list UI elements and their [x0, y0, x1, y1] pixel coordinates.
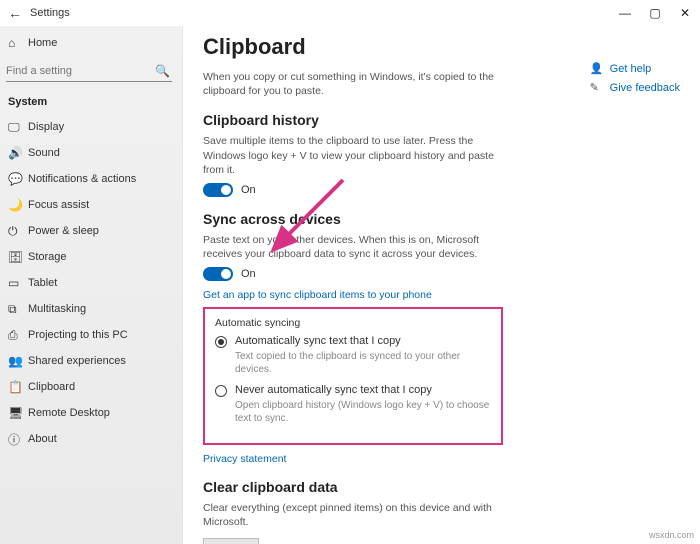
projecting-icon: ⎙ [8, 328, 28, 343]
tablet-icon: ▭ [8, 276, 28, 290]
search-input[interactable]: 🔍 [6, 60, 172, 82]
history-heading: Clipboard history [203, 112, 680, 128]
automatic-syncing-box: Automatic syncing Automatically sync tex… [203, 307, 503, 445]
sidebar-item-label: About [28, 433, 57, 445]
radio-label: Never automatically sync text that I cop… [235, 384, 432, 396]
content-area: 👤Get help ✎Give feedback Clipboard When … [183, 26, 700, 544]
sidebar-item-home[interactable]: ⌂ Home [0, 30, 182, 56]
history-toggle-label: On [241, 184, 256, 196]
sidebar-item-sound[interactable]: 🔊Sound [0, 140, 182, 166]
sidebar-item-label: Tablet [28, 277, 57, 289]
remote-icon: 🖥 [8, 406, 28, 420]
privacy-link[interactable]: Privacy statement [203, 453, 286, 465]
close-button[interactable]: ✕ [670, 0, 700, 26]
sidebar-item-label: Notifications & actions [28, 173, 136, 185]
focus-icon: 🌙 [8, 198, 28, 212]
history-desc: Save multiple items to the clipboard to … [203, 134, 503, 177]
clear-heading: Clear clipboard data [203, 479, 680, 495]
give-feedback-link[interactable]: ✎Give feedback [590, 81, 680, 94]
power-icon: ⏻ [8, 224, 28, 239]
clipboard-icon: 📋 [8, 380, 28, 394]
radio-icon [215, 385, 227, 397]
search-icon: 🔍 [155, 64, 172, 78]
radio-never-sync[interactable]: Never automatically sync text that I cop… [215, 384, 491, 397]
help-icon: 👤 [590, 62, 604, 75]
sidebar-item-label: Shared experiences [28, 355, 126, 367]
sidebar-item-label: Storage [28, 251, 67, 263]
sync-toggle[interactable] [203, 267, 233, 281]
feedback-icon: ✎ [590, 81, 604, 94]
right-links: 👤Get help ✎Give feedback [590, 62, 680, 100]
sidebar-item-label: Multitasking [28, 303, 86, 315]
sidebar-item-display[interactable]: 🖵Display [0, 114, 182, 140]
sidebar-item-about[interactable]: ⓘAbout [0, 426, 182, 452]
maximize-button[interactable]: ▢ [640, 0, 670, 26]
sidebar-item-storage[interactable]: 🗄Storage [0, 244, 182, 270]
notifications-icon: 💬 [8, 172, 28, 186]
radio-icon [215, 336, 227, 348]
sidebar-item-shared[interactable]: 👥Shared experiences [0, 348, 182, 374]
sidebar-item-notifications[interactable]: 💬Notifications & actions [0, 166, 182, 192]
page-title: Clipboard [203, 34, 680, 60]
sidebar-item-label: Focus assist [28, 199, 89, 211]
history-toggle[interactable] [203, 183, 233, 197]
sync-heading: Sync across devices [203, 211, 680, 227]
sidebar-item-multitasking[interactable]: ⧉Multitasking [0, 296, 182, 322]
storage-icon: 🗄 [8, 250, 28, 264]
shared-icon: 👥 [8, 354, 28, 368]
sync-toggle-label: On [241, 268, 256, 280]
sidebar-item-label: Clipboard [28, 381, 75, 393]
radio-label: Automatically sync text that I copy [235, 335, 401, 347]
multitasking-icon: ⧉ [8, 302, 28, 317]
sidebar-item-remote[interactable]: 🖥Remote Desktop [0, 400, 182, 426]
sidebar-item-label: Home [28, 37, 57, 49]
about-icon: ⓘ [8, 431, 28, 448]
window-title: Settings [30, 7, 70, 19]
sidebar-item-projecting[interactable]: ⎙Projecting to this PC [0, 322, 182, 348]
home-icon: ⌂ [8, 36, 28, 50]
window-controls: — ▢ ✕ [610, 0, 700, 26]
sidebar-item-label: Sound [28, 147, 60, 159]
sidebar-item-label: Remote Desktop [28, 407, 110, 419]
sidebar-item-power[interactable]: ⏻Power & sleep [0, 218, 182, 244]
sidebar-item-label: Display [28, 121, 64, 133]
sync-desc: Paste text on your other devices. When t… [203, 233, 503, 261]
back-icon[interactable]: ← [8, 5, 30, 21]
sidebar: ⌂ Home 🔍 System 🖵Display 🔊Sound 💬Notific… [0, 26, 183, 544]
clear-button[interactable]: Clear [203, 538, 259, 544]
sidebar-item-tablet[interactable]: ▭Tablet [0, 270, 182, 296]
sync-app-link[interactable]: Get an app to sync clipboard items to yo… [203, 289, 432, 301]
search-field[interactable] [6, 65, 155, 77]
sidebar-item-label: Projecting to this PC [28, 329, 128, 341]
radio-auto-sync[interactable]: Automatically sync text that I copy [215, 335, 491, 348]
sound-icon: 🔊 [8, 146, 28, 160]
intro-text: When you copy or cut something in Window… [203, 70, 503, 98]
sidebar-item-clipboard[interactable]: 📋Clipboard [0, 374, 182, 400]
clear-desc: Clear everything (except pinned items) o… [203, 501, 503, 529]
auto-sync-subhead: Automatic syncing [215, 317, 491, 329]
display-icon: 🖵 [8, 120, 28, 135]
watermark: wsxdn.com [649, 530, 694, 540]
get-help-link[interactable]: 👤Get help [590, 62, 680, 75]
sidebar-item-label: Power & sleep [28, 225, 99, 237]
radio-auto-desc: Text copied to the clipboard is synced t… [235, 350, 491, 376]
minimize-button[interactable]: — [610, 0, 640, 26]
sidebar-group-label: System [0, 90, 182, 114]
sidebar-item-focus-assist[interactable]: 🌙Focus assist [0, 192, 182, 218]
radio-never-desc: Open clipboard history (Windows logo key… [235, 399, 491, 425]
